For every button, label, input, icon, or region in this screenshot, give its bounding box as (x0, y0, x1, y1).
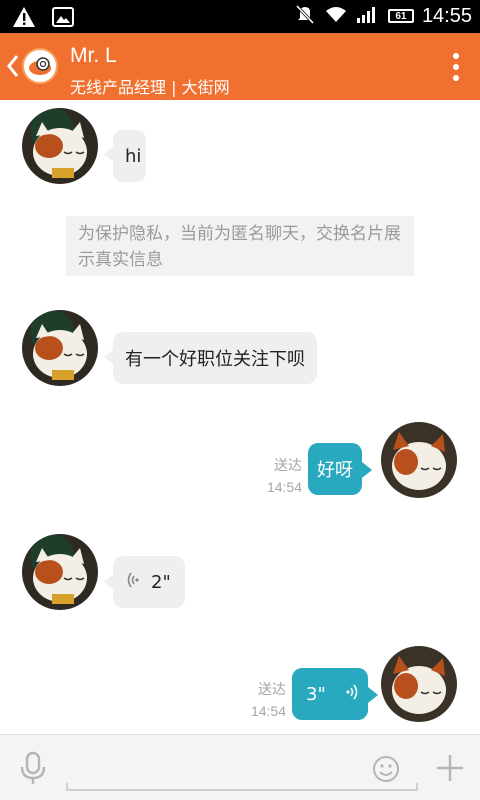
contact-name: Mr. L (70, 44, 117, 67)
signal-icon (356, 4, 380, 28)
message-meta: 送达 14:54 (250, 454, 302, 498)
message-bubble-in[interactable]: 有一个好职位关注下呗 (113, 332, 317, 384)
delivery-status: 送达 (274, 457, 302, 473)
message-text: hi (125, 145, 142, 167)
voice-duration: 3" (306, 683, 326, 705)
plus-icon[interactable] (435, 753, 465, 783)
contact-avatar[interactable] (22, 534, 98, 610)
voice-message-in[interactable]: 2" (113, 556, 185, 608)
delivery-status: 送达 (258, 681, 286, 697)
warning-icon (12, 6, 36, 32)
voice-wave-icon (127, 571, 139, 594)
mute-icon (294, 3, 316, 29)
voice-duration: 2" (151, 571, 171, 593)
voice-message-out[interactable]: 3" (292, 668, 368, 720)
image-icon (52, 7, 74, 31)
status-bar: 61 14:55 (0, 0, 480, 33)
battery-icon: 61 (387, 9, 414, 23)
chat-message-list[interactable]: hi 为保护隐私，当前为匿名聊天，交换名片展示真实信息 有一个好职位关注下呗 送… (0, 100, 480, 734)
emoji-icon[interactable] (372, 755, 400, 783)
app-logo-icon (22, 48, 58, 84)
message-text: 有一个好职位关注下呗 (125, 349, 305, 370)
user-avatar[interactable] (381, 646, 457, 722)
microphone-icon[interactable] (18, 751, 48, 785)
message-meta: 送达 14:54 (234, 678, 286, 722)
back-chevron-icon[interactable] (6, 53, 20, 79)
overflow-menu-icon[interactable] (452, 53, 460, 81)
wifi-icon (324, 4, 348, 28)
contact-subtitle: 无线产品经理 | 大街网 (70, 78, 230, 97)
contact-avatar[interactable] (22, 108, 98, 184)
input-edge (66, 783, 68, 791)
message-time: 14:54 (266, 479, 302, 495)
voice-wave-icon (346, 683, 358, 706)
message-bubble-in[interactable]: hi (113, 130, 146, 182)
message-input-bar (0, 734, 480, 800)
message-text: 好呀 (317, 460, 353, 481)
privacy-notice: 为保护隐私，当前为匿名聊天，交换名片展示真实信息 (66, 216, 414, 276)
user-avatar[interactable] (381, 422, 457, 498)
input-edge (416, 783, 418, 791)
message-input[interactable] (66, 745, 418, 791)
message-bubble-out[interactable]: 好呀 (308, 443, 362, 495)
message-time: 14:54 (250, 703, 286, 719)
contact-avatar[interactable] (22, 310, 98, 386)
status-time: 14:55 (421, 4, 472, 27)
chat-header: Mr. L 无线产品经理 | 大街网 (0, 33, 480, 100)
